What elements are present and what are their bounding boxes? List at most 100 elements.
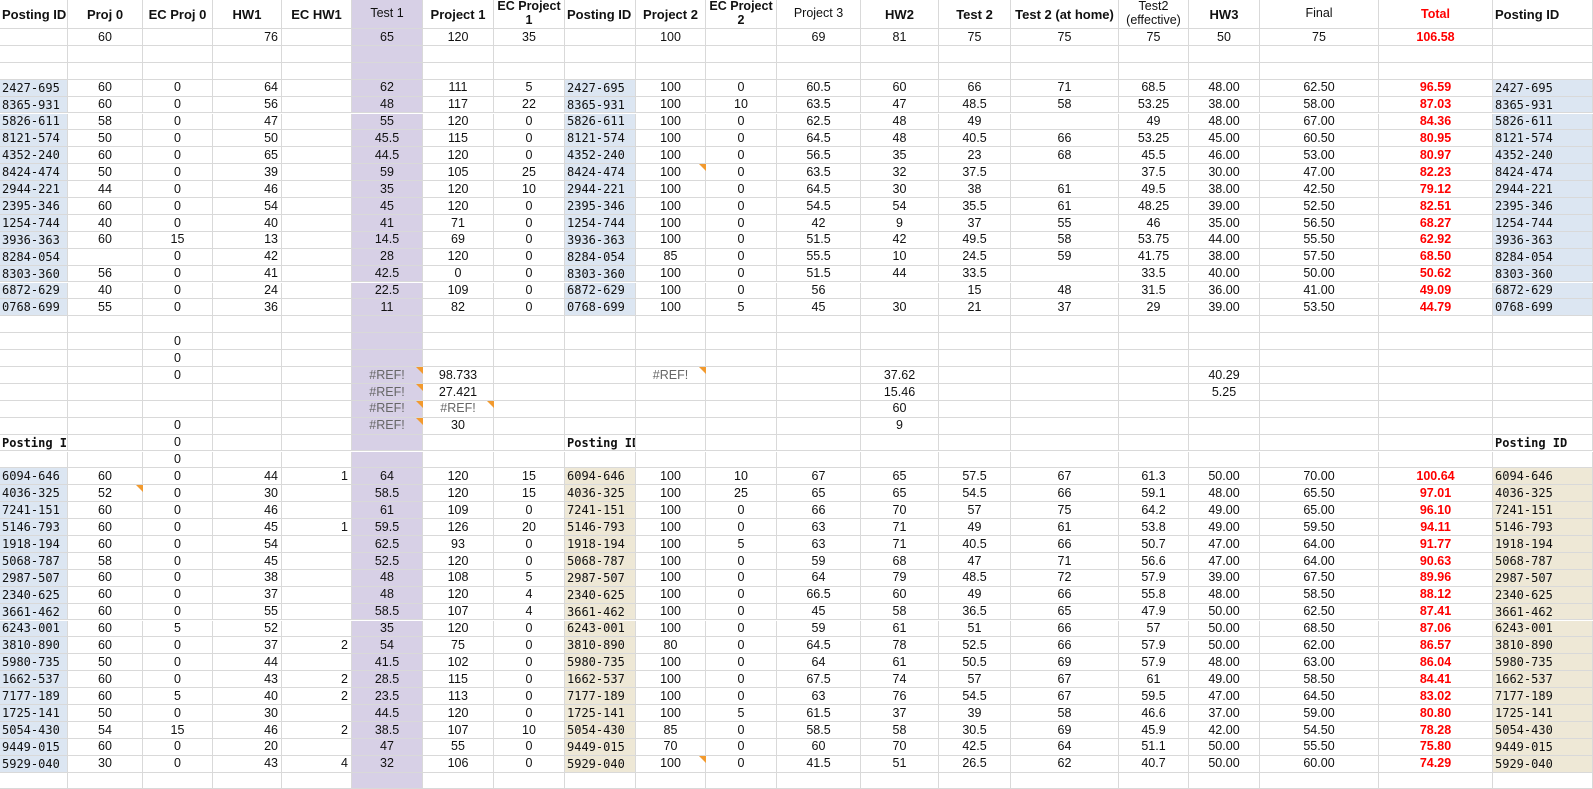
cell-project3[interactable]: 51.5 — [777, 265, 861, 283]
empty-cell[interactable] — [494, 772, 565, 789]
cell-project1[interactable]: 107 — [423, 721, 494, 739]
cell-ec-project2[interactable] — [706, 333, 777, 351]
cell-total[interactable]: 97.01 — [1379, 485, 1493, 503]
cell-test1[interactable]: 32 — [352, 755, 423, 773]
cell-ec-project1[interactable]: 10 — [494, 721, 565, 739]
cell-ec-hw1[interactable] — [282, 350, 352, 367]
cell-project3[interactable]: 63.5 — [777, 164, 861, 182]
cell-project2[interactable] — [636, 383, 706, 401]
cell-project2[interactable]: 100 — [636, 519, 706, 536]
cell-posting-id-2[interactable]: 2944-221 — [565, 181, 636, 198]
cell-ec-project2[interactable]: 0 — [706, 164, 777, 182]
cell-posting-id-2[interactable]: 5980-735 — [565, 654, 636, 672]
cell-posting-id-3[interactable]: 5146-793 — [1493, 519, 1593, 536]
cell-test2[interactable]: 24.5 — [939, 248, 1011, 266]
cell-posting-id-2[interactable]: 8121-574 — [565, 130, 636, 148]
cell-test1[interactable]: 52.5 — [352, 552, 423, 570]
header-posting-id-3[interactable]: Posting ID — [1493, 0, 1593, 29]
cell-ec-proj0[interactable]: 0 — [143, 214, 213, 232]
cell-project3[interactable] — [777, 316, 861, 334]
cell-ec-project2[interactable]: 0 — [706, 721, 777, 739]
cell-ec-project1[interactable]: 4 — [494, 603, 565, 621]
cell-ec-hw1[interactable] — [282, 198, 352, 215]
cell-project2[interactable] — [636, 316, 706, 334]
cell-proj0[interactable] — [68, 400, 143, 418]
cell-proj0[interactable]: 60 — [68, 637, 143, 655]
cell-test2-at-home[interactable] — [1011, 451, 1119, 469]
cell-project2[interactable]: 100 — [636, 299, 706, 317]
cell-test2-effective[interactable]: 57.9 — [1119, 637, 1189, 655]
cell-ec-hw1[interactable] — [282, 147, 352, 165]
cell-ec-hw1[interactable] — [282, 130, 352, 148]
cell-test2-at-home[interactable]: 66 — [1011, 536, 1119, 553]
cell-test2-effective[interactable]: 45.5 — [1119, 147, 1189, 165]
cell-ec-hw1[interactable] — [282, 383, 352, 401]
cell-project2[interactable] — [636, 451, 706, 469]
cell-total[interactable]: 88.12 — [1379, 586, 1493, 604]
empty-cell[interactable] — [213, 45, 282, 63]
cell-test2[interactable]: 54.5 — [939, 688, 1011, 705]
cell-hw3[interactable]: 47.00 — [1189, 536, 1260, 553]
cell-posting-id-3[interactable]: 5054-430 — [1493, 721, 1593, 739]
cell-ec-project1[interactable]: 0 — [494, 738, 565, 756]
cell-posting-id-3[interactable] — [1493, 333, 1593, 351]
cell-project1[interactable]: 109 — [423, 282, 494, 300]
cell-total[interactable]: 87.06 — [1379, 620, 1493, 638]
max-final[interactable]: 75 — [1260, 29, 1379, 46]
cell-test2-at-home[interactable] — [1011, 350, 1119, 367]
cell-proj0[interactable] — [68, 316, 143, 334]
cell-test2[interactable]: 49 — [939, 113, 1011, 131]
cell-project1[interactable]: 109 — [423, 502, 494, 520]
cell-test2-at-home[interactable] — [1011, 367, 1119, 384]
cell-test1[interactable] — [352, 333, 423, 351]
cell-ec-proj0[interactable]: 0 — [143, 671, 213, 689]
cell-project2[interactable]: 100 — [636, 468, 706, 486]
cell-final[interactable]: 50.00 — [1260, 265, 1379, 283]
cell-total[interactable]: 94.11 — [1379, 519, 1493, 536]
cell-total[interactable]: 74.29 — [1379, 755, 1493, 773]
cell-test2-at-home[interactable]: 67 — [1011, 688, 1119, 705]
cell-proj0[interactable]: 60 — [68, 79, 143, 97]
cell-hw1[interactable]: 40 — [213, 214, 282, 232]
empty-cell[interactable] — [143, 62, 213, 80]
cell-hw3[interactable]: 50.00 — [1189, 620, 1260, 638]
cell-project1[interactable]: 93 — [423, 536, 494, 553]
cell-posting-id-2[interactable]: 6872-629 — [565, 282, 636, 300]
cell-hw1[interactable] — [213, 316, 282, 334]
cell-project3[interactable]: 66 — [777, 502, 861, 520]
cell-posting-id-2[interactable]: 4352-240 — [565, 147, 636, 165]
cell-test1[interactable]: 59 — [352, 164, 423, 182]
empty-cell[interactable] — [494, 45, 565, 63]
cell-test2-at-home[interactable]: 58 — [1011, 705, 1119, 722]
cell-project1[interactable]: 55 — [423, 738, 494, 756]
cell-test1[interactable]: #REF! — [352, 383, 423, 401]
cell-final[interactable]: 59.00 — [1260, 705, 1379, 722]
cell-test2[interactable] — [939, 400, 1011, 418]
cell-project2[interactable]: 100 — [636, 181, 706, 198]
cell-hw2[interactable]: 9 — [861, 417, 939, 435]
cell-hw2[interactable]: 76 — [861, 688, 939, 705]
cell-hw1[interactable]: 41 — [213, 265, 282, 283]
cell-proj0[interactable] — [68, 451, 143, 469]
header-test2[interactable]: Test 2 — [939, 0, 1011, 29]
cell-project3[interactable]: 64 — [777, 654, 861, 672]
cell-hw2[interactable]: 30 — [861, 299, 939, 317]
cell-ec-project1[interactable] — [494, 350, 565, 367]
cell-ec-hw1[interactable]: 1 — [282, 468, 352, 486]
empty-cell[interactable] — [352, 772, 423, 789]
cell-posting-id[interactable] — [0, 350, 68, 367]
cell-posting-id-2[interactable]: 2427-695 — [565, 79, 636, 97]
header-ec-project2[interactable]: EC Project 2 — [706, 0, 777, 29]
cell-ec-project2[interactable]: 0 — [706, 603, 777, 621]
empty-cell[interactable] — [1493, 45, 1593, 63]
empty-cell[interactable] — [1189, 62, 1260, 80]
header-ec-project1[interactable]: EC Project 1 — [494, 0, 565, 29]
cell-test1[interactable] — [352, 451, 423, 469]
cell-project1[interactable]: 113 — [423, 688, 494, 705]
cell-proj0[interactable] — [68, 333, 143, 351]
cell-test2-effective[interactable]: 47.9 — [1119, 603, 1189, 621]
cell-posting-id-3[interactable]: 7177-189 — [1493, 688, 1593, 705]
cell-hw2[interactable] — [861, 434, 939, 452]
cell-ec-project2[interactable]: 0 — [706, 654, 777, 672]
header-total[interactable]: Total — [1379, 0, 1493, 29]
